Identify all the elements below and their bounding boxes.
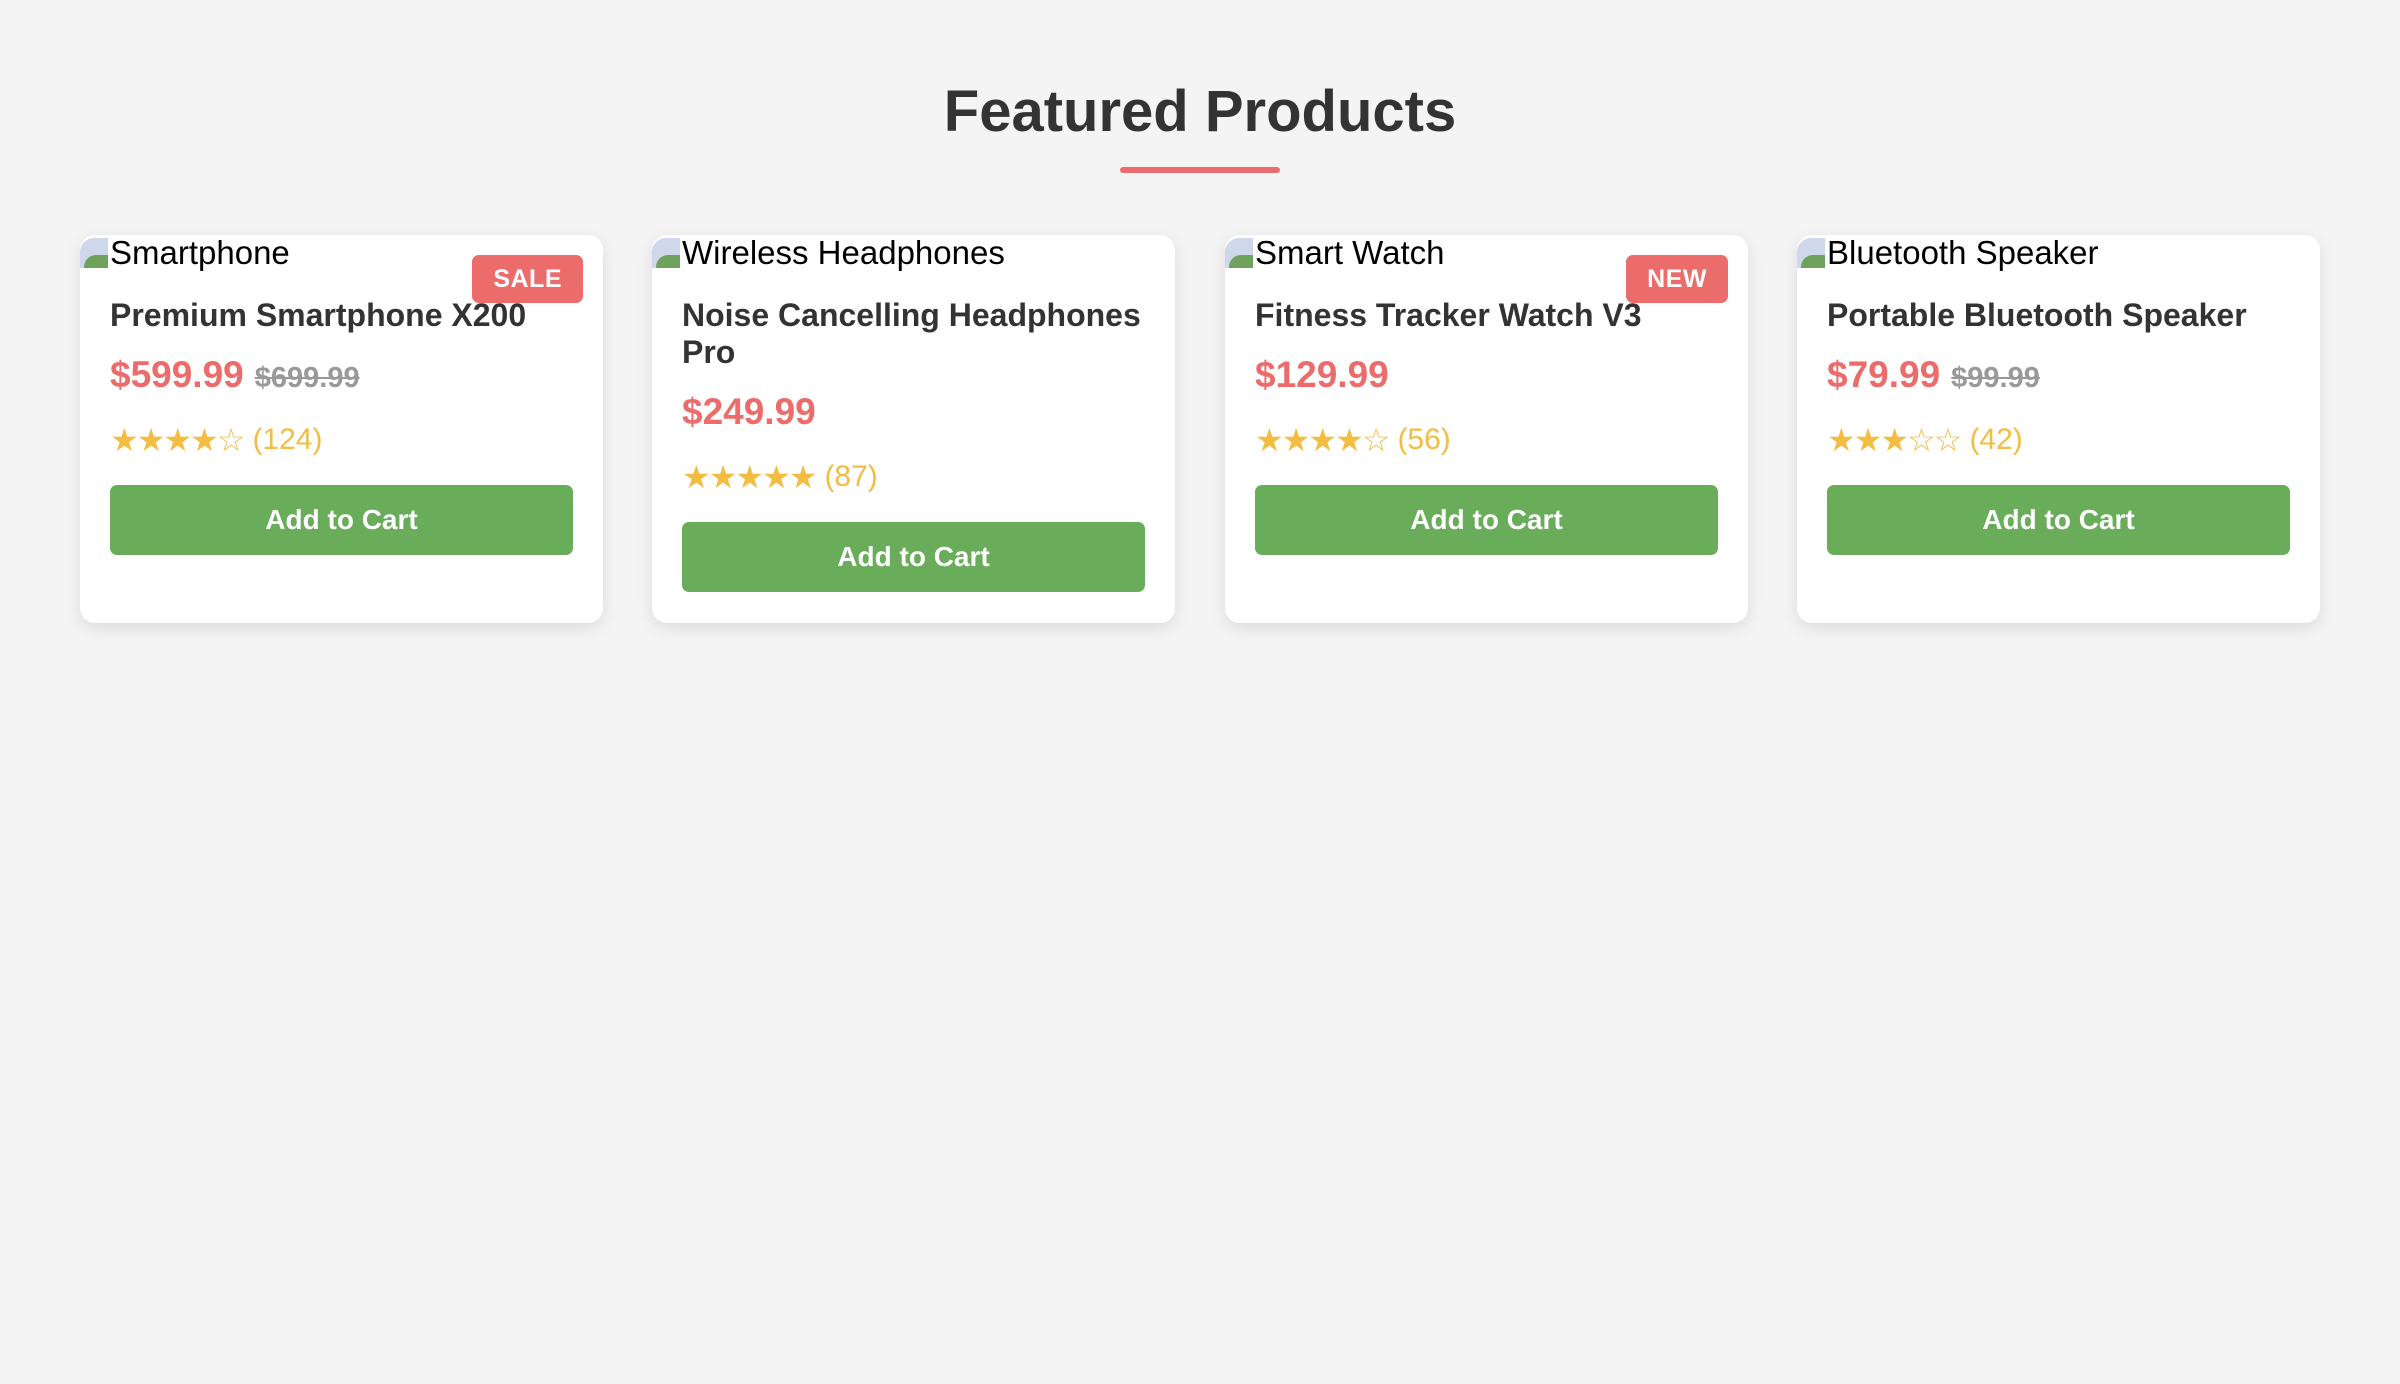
product-old-price: $699.99 <box>254 362 360 394</box>
product-card: Bluetooth Speaker Portable Bluetooth Spe… <box>1797 235 2320 623</box>
price-row: $249.99 <box>682 391 816 437</box>
sale-badge: SALE <box>472 255 583 303</box>
add-to-cart-button[interactable]: Add to Cart <box>1827 485 2290 555</box>
star-rating-icon: ★★★☆☆ <box>1827 422 1962 458</box>
star-rating-icon: ★★★★☆ <box>110 422 245 458</box>
product-grid: Smartphone SALE Premium Smartphone X200 … <box>80 235 2320 623</box>
product-price: $129.99 <box>1255 354 1389 395</box>
star-rating-icon: ★★★★☆ <box>1255 422 1390 458</box>
product-image: Wireless Headphones <box>652 235 1005 271</box>
review-count: (124) <box>252 423 323 456</box>
rating-row: ★★★☆☆ (42) <box>1827 420 2023 460</box>
product-image-alt: Smart Watch <box>1255 235 1445 271</box>
product-image: Bluetooth Speaker <box>1797 235 2099 271</box>
product-image-alt: Wireless Headphones <box>682 235 1005 271</box>
price-row: $599.99 $699.99 <box>110 354 360 400</box>
rating-row: ★★★★☆ (56) <box>1255 420 1451 460</box>
product-name: Portable Bluetooth Speaker <box>1827 297 2247 333</box>
add-to-cart-button[interactable]: Add to Cart <box>110 485 573 555</box>
review-count: (56) <box>1397 423 1451 456</box>
product-image: Smart Watch <box>1225 235 1444 271</box>
title-underline <box>1120 167 1280 173</box>
product-card: Wireless Headphones Noise Cancelling Hea… <box>652 235 1175 623</box>
product-image: Smartphone <box>80 235 290 271</box>
price-row: $129.99 <box>1255 354 1389 400</box>
rating-row: ★★★★★ (87) <box>682 457 878 497</box>
product-name: Fitness Tracker Watch V3 <box>1255 297 1642 333</box>
product-card: Smart Watch NEW Fitness Tracker Watch V3… <box>1225 235 1748 623</box>
review-count: (87) <box>824 460 878 493</box>
star-rating-icon: ★★★★★ <box>682 459 817 495</box>
add-to-cart-button[interactable]: Add to Cart <box>1255 485 1718 555</box>
price-row: $79.99 $99.99 <box>1827 354 2040 400</box>
rating-row: ★★★★☆ (124) <box>110 420 322 460</box>
product-price: $79.99 <box>1827 354 1941 395</box>
product-card: Smartphone SALE Premium Smartphone X200 … <box>80 235 603 623</box>
product-old-price: $99.99 <box>1951 362 2040 394</box>
add-to-cart-button[interactable]: Add to Cart <box>682 522 1145 592</box>
product-price: $249.99 <box>682 391 816 432</box>
broken-image-icon <box>1225 238 1253 268</box>
page-title: Featured Products <box>943 79 1457 144</box>
new-badge: NEW <box>1626 255 1728 303</box>
review-count: (42) <box>1969 423 2023 456</box>
product-price: $599.99 <box>110 354 244 395</box>
product-name: Noise Cancelling Headphones Pro <box>682 297 1141 370</box>
product-image-alt: Smartphone <box>110 235 290 271</box>
broken-image-icon <box>652 238 680 268</box>
broken-image-icon <box>1797 238 1825 268</box>
product-name: Premium Smartphone X200 <box>110 297 527 333</box>
broken-image-icon <box>80 238 108 268</box>
product-image-alt: Bluetooth Speaker <box>1827 235 2099 271</box>
